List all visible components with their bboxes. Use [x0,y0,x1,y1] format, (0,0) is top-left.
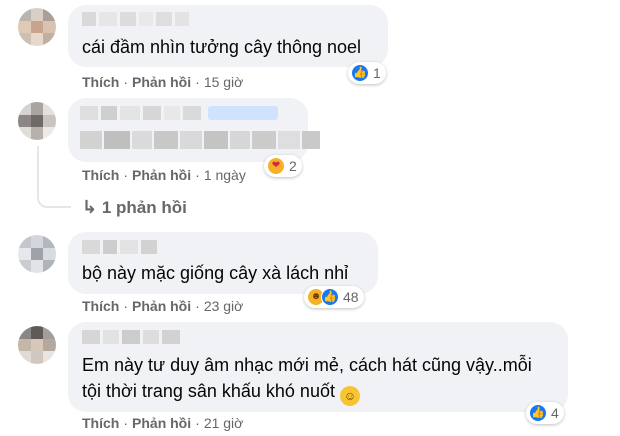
comment-actions: Thích · Phản hồi · 1 ngày [82,167,246,183]
comment-timestamp[interactable]: 15 giờ [204,74,244,90]
view-replies-link[interactable]: ↳ 1 phản hồi [82,197,187,218]
comment-actions: Thích · Phản hồi · 23 giờ [82,298,244,314]
like-icon: 👍 [351,64,369,82]
author-name-blurred[interactable] [82,12,189,26]
comment-text: bộ này mặc giống cây xà lách nhỉ [82,263,349,283]
reply-thread-line [37,146,71,208]
like-icon: 👍 [321,288,339,306]
avatar[interactable] [18,8,56,46]
author-name-blurred[interactable] [82,240,157,254]
author-name-blurred[interactable] [82,330,180,344]
avatar[interactable] [18,102,56,140]
like-button[interactable]: Thích [82,298,119,314]
comment-text-line2: tội thời trang sân khấu khó nuốt [82,381,335,401]
reply-button[interactable]: Phản hồi [132,74,191,90]
comment-text: cái đầm nhìn tưởng cây thông noel [82,37,362,57]
like-button[interactable]: Thích [82,74,119,90]
reaction-summary[interactable]: 👍 4 [526,402,564,424]
comment-actions: Thích · Phản hồi · 21 giờ [82,415,244,431]
reaction-count: 48 [343,289,359,305]
replies-count-label: 1 phản hồi [101,198,187,217]
comment-timestamp[interactable]: 23 giờ [204,298,244,314]
reaction-count: 2 [289,158,297,174]
author-name-blurred[interactable] [80,106,201,120]
reply-button[interactable]: Phản hồi [132,298,191,314]
comment-timestamp[interactable]: 21 giờ [204,415,244,431]
reaction-count: 1 [373,65,381,81]
reaction-count: 4 [551,405,559,421]
like-button[interactable]: Thích [82,415,119,431]
comment-text-line: Em này tư duy âm nhạc mới mẻ, cách hát c… [82,355,532,375]
avatar[interactable] [18,326,56,364]
reply-button[interactable]: Phản hồi [132,415,191,431]
comment-actions: Thích · Phản hồi · 15 giờ [82,74,244,90]
reply-arrow-icon: ↳ [82,197,98,217]
reaction-summary[interactable]: 👍 1 [348,62,386,84]
reply-button[interactable]: Phản hồi [132,167,191,183]
comment-text-blurred [80,131,320,149]
comment-timestamp[interactable]: 1 ngày [204,167,246,183]
like-icon: 👍 [529,404,547,422]
mentioned-name-blurred[interactable] [208,106,278,120]
like-button[interactable]: Thích [82,167,119,183]
grinning-emoji-icon: ☺ [339,386,360,406]
kiss-icon: ❤ [267,157,285,175]
avatar[interactable] [18,235,56,273]
comment-text-line: tội thời trang sân khấu khó nuốt ☺ [82,378,360,406]
reaction-summary[interactable]: ☻ 👍 48 [304,286,364,308]
reaction-summary[interactable]: ❤ 2 [264,155,302,177]
